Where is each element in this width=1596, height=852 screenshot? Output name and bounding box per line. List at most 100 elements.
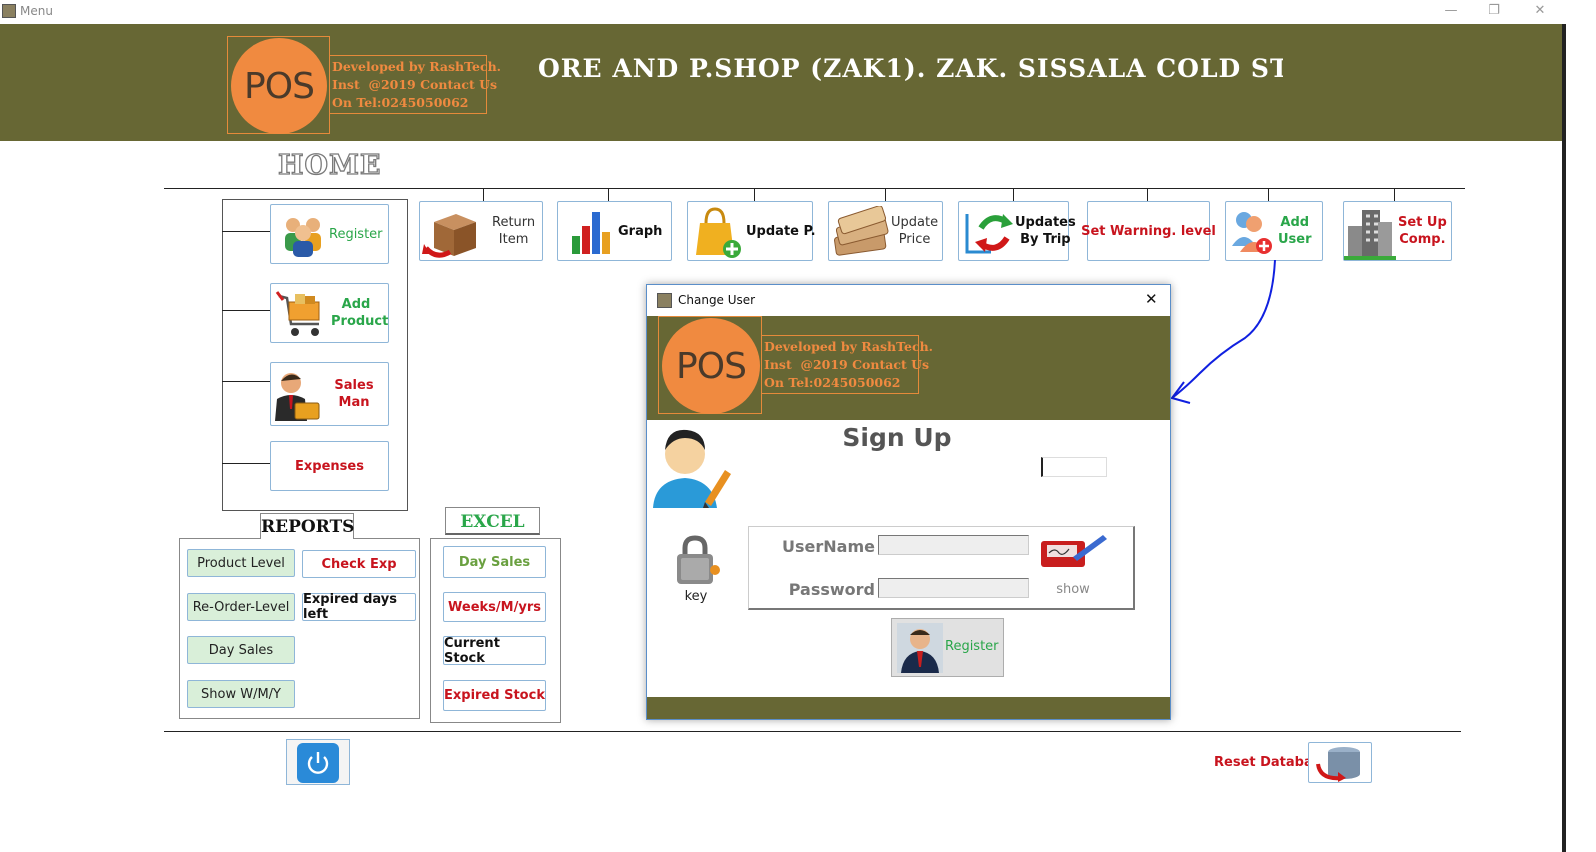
register-button-label: Register [329, 227, 383, 242]
shopping-cart-icon [275, 291, 320, 336]
product-level-button[interactable]: Product Level [187, 549, 295, 577]
dialog-developer-info: Developed by RashTech. Inst @2019 Contac… [761, 335, 933, 394]
change-user-dialog: Change User ✕ POS Developed by RashTech.… [646, 284, 1171, 720]
dialog-header-band: POS Developed by RashTech. Inst @2019 Co… [647, 316, 1170, 420]
register-button[interactable]: Register [270, 204, 389, 264]
tree-branch [222, 310, 270, 311]
sign-up-heading: Sign Up [842, 423, 952, 452]
return-item-button[interactable]: Return Item [419, 201, 543, 261]
check-exp-button[interactable]: Check Exp [302, 550, 416, 578]
reorder-level-button[interactable]: Re-Order-Level [187, 593, 295, 621]
expired-days-left-button[interactable]: Expired days left [302, 592, 416, 622]
username-input[interactable] [878, 535, 1029, 555]
excel-day-sales-button[interactable]: Day Sales [443, 546, 546, 578]
users-group-icon [285, 218, 321, 257]
reports-title: REPORTS [260, 513, 354, 539]
bottom-divider [164, 731, 1461, 732]
close-icon[interactable]: ✕ [1530, 3, 1550, 18]
money-stack-icon [834, 206, 889, 256]
pos-logo: POS [231, 38, 327, 134]
dialog-app-icon [657, 293, 672, 308]
refresh-trip-icon [965, 214, 1013, 254]
salesman-icon [275, 373, 320, 421]
window-titlebar: Menu — ❐ ✕ [0, 0, 1596, 24]
excel-weeks-button[interactable]: Weeks/M/yrs [443, 592, 546, 622]
reset-database-button[interactable] [1308, 742, 1372, 783]
annotation-arrow [1170, 259, 1276, 404]
power-icon [297, 743, 339, 783]
add-user-button-label: Add User [1278, 215, 1312, 247]
connector [885, 188, 886, 201]
marquee-company-name: ORE AND P.SHOP (ZAK1). ZAK. SISSALA COLD… [538, 54, 1283, 83]
set-warning-level-button-label: Set Warning. level [1081, 223, 1216, 239]
show-password-toggle[interactable]: show [1039, 582, 1107, 597]
user-edit-icon [653, 429, 731, 508]
connector [1147, 188, 1148, 201]
graph-button[interactable]: Graph [557, 201, 672, 261]
dialog-title: Change User [678, 293, 756, 307]
return-item-button-label: Return Item [492, 215, 536, 247]
update-p-button[interactable]: Update P. [687, 201, 816, 261]
sales-man-button[interactable]: Sales Man [270, 362, 389, 426]
home-title: HOME [277, 149, 382, 181]
excel-expired-stock-button[interactable]: Expired Stock [443, 680, 546, 711]
add-user-button[interactable]: Add User [1225, 201, 1323, 261]
credentials-panel: UserName Password show [748, 526, 1135, 610]
signature-pen-icon [1041, 535, 1107, 567]
pos-logo-frame: POS [227, 36, 330, 134]
return-box-icon [422, 214, 476, 258]
maximize-icon[interactable]: ❐ [1484, 3, 1504, 18]
set-up-company-button[interactable]: Set Up Comp. [1343, 201, 1452, 261]
dialog-pos-logo-frame: POS [658, 316, 762, 414]
minimize-icon[interactable]: — [1441, 3, 1461, 18]
connector [1394, 188, 1395, 201]
dialog-titlebar: Change User ✕ [647, 285, 1170, 316]
set-up-company-button-label: Set Up Comp. [1398, 215, 1447, 247]
key-label: key [684, 589, 708, 604]
expenses-button-label: Expenses [295, 458, 364, 474]
update-p-button-label: Update P. [746, 224, 816, 239]
tree-branch [222, 231, 270, 232]
signup-extra-field[interactable] [1041, 457, 1107, 477]
excel-title: EXCEL [445, 507, 540, 535]
dialog-register-label: Register [945, 639, 999, 654]
window-title: Menu [20, 4, 53, 18]
dialog-footer-band [647, 697, 1170, 719]
password-input[interactable] [878, 578, 1029, 598]
day-sales-report-button[interactable]: Day Sales [187, 636, 295, 664]
connector [1013, 188, 1014, 201]
shopping-bag-add-icon [696, 207, 741, 258]
sales-man-button-label: Sales Man [334, 378, 374, 410]
window-right-edge [1562, 24, 1566, 852]
update-price-button-label: Update Price [891, 215, 939, 247]
tree-branch [222, 381, 270, 382]
update-price-button[interactable]: Update Price [828, 201, 943, 261]
dialog-register-button[interactable]: Register [891, 618, 1004, 677]
updates-by-trip-button-label: Updates By Trip [1015, 215, 1076, 247]
dialog-pos-logo: POS [662, 318, 760, 414]
top-divider [164, 188, 1465, 189]
username-label: UserName [782, 537, 875, 556]
set-warning-level-button[interactable]: Set Warning. level [1081, 201, 1216, 261]
app-icon [2, 4, 16, 18]
connector [608, 188, 609, 201]
bar-chart-icon [572, 212, 610, 254]
updates-by-trip-button[interactable]: Updates By Trip [958, 201, 1076, 261]
add-product-button-label: Add Product [331, 297, 389, 329]
expenses-button[interactable]: Expenses [270, 441, 389, 491]
excel-current-stock-button[interactable]: Current Stock [443, 636, 546, 666]
padlock-key-icon [677, 535, 720, 584]
graph-button-label: Graph [618, 224, 663, 239]
developer-info: Developed by RashTech. Inst @2019 Contac… [329, 55, 501, 114]
add-product-button[interactable]: Add Product [270, 283, 389, 343]
connector [754, 188, 755, 201]
businessman-icon [897, 623, 943, 673]
database-reset-icon [1316, 746, 1360, 782]
connector [483, 188, 484, 201]
tree-branch [222, 463, 270, 464]
show-wmy-button[interactable]: Show W/M/Y [187, 680, 295, 708]
power-button[interactable] [286, 739, 350, 785]
dialog-close-icon[interactable]: ✕ [1145, 290, 1158, 308]
password-label: Password [788, 580, 875, 599]
connector [1268, 188, 1269, 201]
